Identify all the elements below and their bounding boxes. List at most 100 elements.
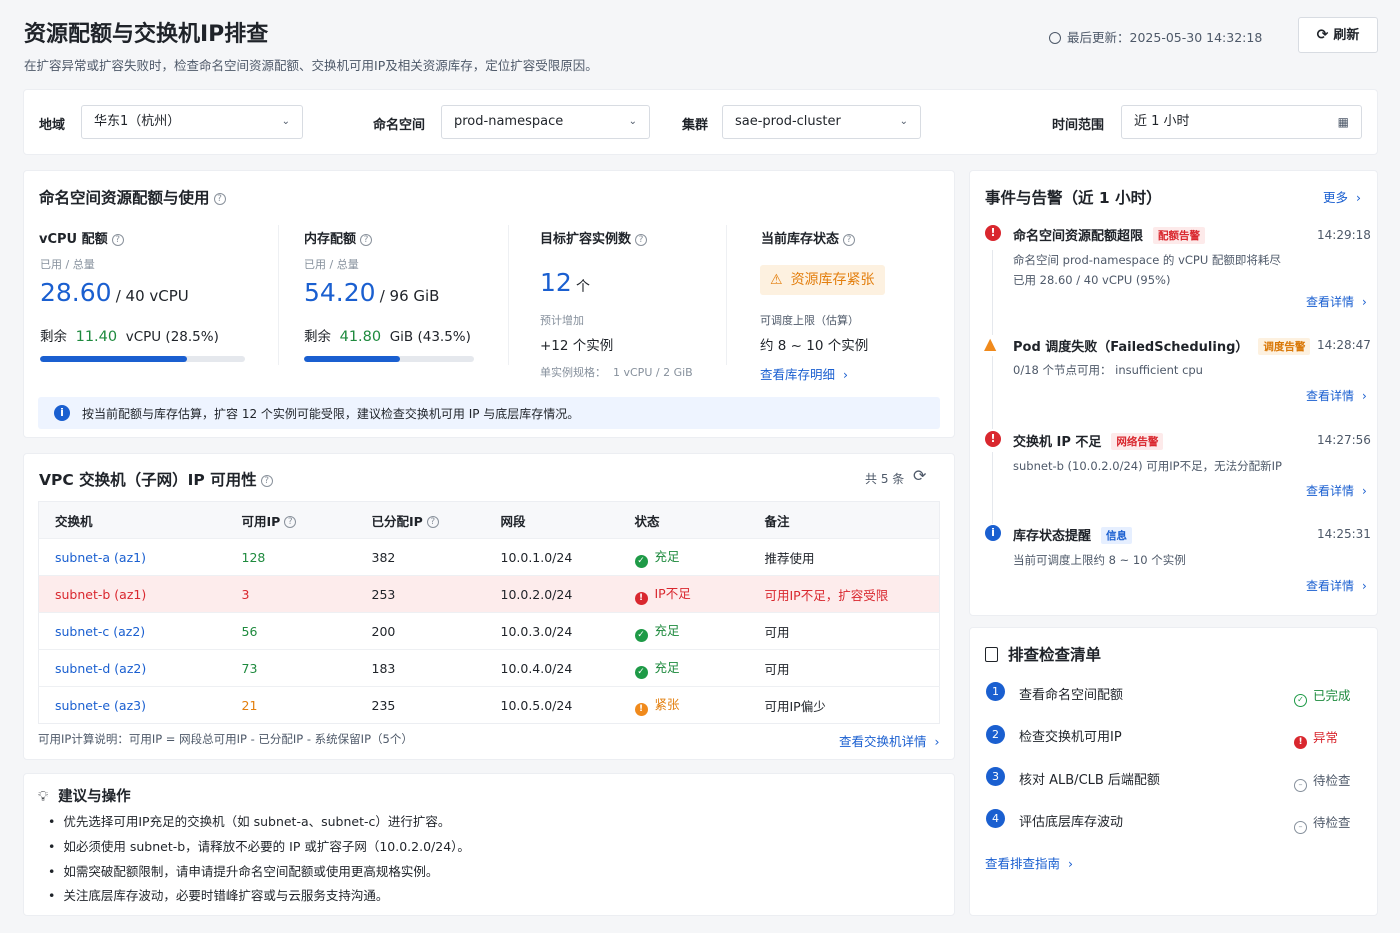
time-range-label: 时间范围 — [1052, 118, 1105, 133]
namespace-label: 命名空间 — [373, 118, 426, 133]
vcpu-label: vCPU 配额? — [39, 228, 124, 247]
guide-link[interactable]: 查看排查指南 › — [985, 853, 1073, 872]
help-icon[interactable]: ? — [260, 474, 273, 487]
vswitch-table: 交换机 可用IP? 已分配IP? 网段 状态 备注 subnet-a (az1)… — [38, 501, 940, 724]
help-icon[interactable]: ? — [284, 516, 297, 528]
page-subtitle: 在扩容异常或扩容失败时，检查命名空间资源配额、交换机可用IP及相关资源库存，定位… — [24, 58, 598, 73]
status-badge: ✓ 充足 — [618, 538, 749, 576]
vswitch-link[interactable]: subnet-c (az2) — [38, 612, 226, 650]
step-number: 3 — [986, 767, 1005, 786]
refresh-button[interactable]: ⟳ 刷新 — [1298, 17, 1378, 53]
event-time: 14:25:31 — [1317, 527, 1371, 541]
col-allocated-ip: 已分配IP? — [355, 501, 485, 539]
error-icon: ! — [985, 225, 1001, 241]
table-row: subnet-c (az2) 56 200 10.0.3.0/24 ✓ 充足 可用 — [38, 612, 940, 650]
list-item: 如需突破配额限制，请申请提升命名空间配额或使用更高规格实例。 — [48, 860, 470, 885]
event-detail-link[interactable]: 查看详情 › — [1306, 293, 1367, 310]
error-icon: ! — [985, 431, 1001, 447]
check-circle-icon: ✓ — [634, 555, 648, 568]
event-detail-link[interactable]: 查看详情 › — [1306, 577, 1367, 594]
warning-icon: ▲ — [984, 334, 997, 353]
event-desc: 命名空间 prod-namespace 的 vCPU 配额即将耗尽 已用 28.6… — [1013, 253, 1281, 287]
inventory-sub: 可调度上限（估算） — [760, 314, 859, 327]
help-icon[interactable]: ? — [635, 233, 648, 246]
cluster-select[interactable]: sae-prod-cluster ⌄ — [722, 105, 921, 139]
time-range-select[interactable]: 近 1 小时 ▦ — [1121, 105, 1362, 139]
chevron-right-icon: › — [934, 734, 940, 749]
table-row: subnet-d (az2) 73 183 10.0.4.0/24 ✓ 充足 可用 — [38, 649, 940, 687]
refresh-icon[interactable]: ⟳ — [913, 466, 926, 485]
event-detail-link[interactable]: 查看详情 › — [1306, 387, 1367, 404]
vcpu-remaining: 剩余 11.40 vCPU (28.5%) — [40, 329, 219, 345]
warning-circle-icon: ! — [634, 703, 648, 716]
info-icon: i — [54, 405, 70, 421]
help-icon[interactable]: ? — [426, 516, 439, 528]
inventory-detail-link[interactable]: 查看库存明细 › — [760, 364, 848, 383]
checklist-item[interactable]: 查看命名空间配额 — [1019, 684, 1123, 703]
chevron-down-icon: ⌄ — [281, 116, 290, 127]
vswitch-link[interactable]: subnet-a (az1) — [38, 538, 226, 576]
vswitch-link[interactable]: subnet-e (az3) — [38, 686, 226, 724]
chevron-right-icon: › — [1068, 856, 1074, 871]
namespace-select[interactable]: prod-namespace ⌄ — [441, 105, 650, 139]
step-number: 1 — [986, 682, 1005, 701]
help-icon[interactable]: ? — [213, 192, 226, 205]
check-circle-icon: ✓ — [634, 666, 648, 679]
info-icon: i — [985, 525, 1001, 541]
vswitch-detail-link[interactable]: 查看交换机详情 › — [839, 731, 940, 750]
col-status: 状态 — [618, 501, 749, 539]
event-item: 交换机 IP 不足 网络告警 — [1013, 431, 1164, 450]
memory-sub: 已用 / 总量 — [304, 258, 359, 271]
col-cidr: 网段 — [484, 501, 619, 539]
error-circle-icon: ! — [634, 592, 648, 605]
col-vswitch: 交换机 — [38, 501, 226, 539]
chevron-down-icon: ⌄ — [899, 116, 908, 127]
clipboard-icon — [985, 647, 998, 662]
status-badge: – 待检查 — [1294, 770, 1351, 792]
calendar-icon: ▦ — [1337, 115, 1349, 129]
event-item: 库存状态提醒 信息 — [1013, 525, 1133, 544]
memory-remaining: 剩余 41.80 GiB (43.5%) — [304, 329, 471, 345]
event-time: 14:29:18 — [1317, 228, 1371, 242]
vswitch-link[interactable]: subnet-d (az2) — [38, 649, 226, 687]
events-more-link[interactable]: 更多 › — [1323, 187, 1361, 206]
help-icon[interactable]: ? — [111, 233, 124, 246]
step-number: 2 — [986, 725, 1005, 744]
event-tag: 网络告警 — [1111, 433, 1164, 450]
chevron-right-icon: › — [1362, 389, 1367, 403]
region-select[interactable]: 华东1（杭州） ⌄ — [81, 105, 303, 139]
status-badge: ! IP不足 — [618, 575, 749, 613]
event-time: 14:28:47 — [1317, 338, 1371, 352]
checklist-item[interactable]: 检查交换机可用IP — [1019, 726, 1122, 745]
check-circle-icon: ✓ — [1294, 694, 1307, 707]
help-icon[interactable]: ? — [360, 233, 373, 246]
table-row: subnet-a (az1) 128 382 10.0.1.0/24 ✓ 充足 推… — [38, 538, 940, 576]
event-time: 14:27:56 — [1317, 433, 1371, 447]
page-title: 资源配额与交换机IP排查 — [24, 22, 269, 47]
vcpu-sub: 已用 / 总量 — [40, 258, 95, 271]
event-detail-link[interactable]: 查看详情 › — [1306, 482, 1367, 499]
inventory-estimate: 约 8 ~ 10 个实例 — [760, 338, 869, 354]
help-icon[interactable]: ? — [843, 233, 856, 246]
memory-usage: 54.20 / 96 GiB — [304, 278, 440, 307]
clock-icon — [1049, 32, 1061, 44]
status-badge: ! 紧张 — [618, 686, 749, 724]
lightbulb-icon: 💡︎ — [38, 789, 49, 805]
event-tag: 信息 — [1101, 527, 1133, 544]
inventory-status-badge: ⚠ 资源库存紧张 — [760, 265, 885, 295]
chevron-down-icon: ⌄ — [628, 116, 637, 127]
table-header: 交换机 可用IP? 已分配IP? 网段 状态 备注 — [38, 501, 940, 539]
chevron-right-icon: › — [1362, 484, 1367, 498]
checklist-item[interactable]: 评估底层库存波动 — [1019, 811, 1123, 830]
warning-icon: ⚠ — [770, 272, 783, 288]
ip-footnote: 可用IP计算说明：可用IP = 网段总可用IP - 已分配IP - 系统保留IP… — [38, 732, 413, 746]
event-item: 命名空间资源配额超限 配额告警 — [1013, 225, 1206, 244]
cluster-label: 集群 — [682, 118, 709, 133]
vswitch-link[interactable]: subnet-b (az1) — [38, 575, 226, 613]
chevron-right-icon: › — [1362, 295, 1367, 309]
checklist-item[interactable]: 核对 ALB/CLB 后端配额 — [1019, 769, 1160, 788]
checklist-title: 排查检查清单 — [985, 643, 1101, 665]
col-available-ip: 可用IP? — [225, 501, 356, 539]
error-circle-icon: ! — [1294, 736, 1307, 749]
table-row: subnet-e (az3) 21 235 10.0.5.0/24 ! 紧张 可用… — [38, 686, 940, 724]
